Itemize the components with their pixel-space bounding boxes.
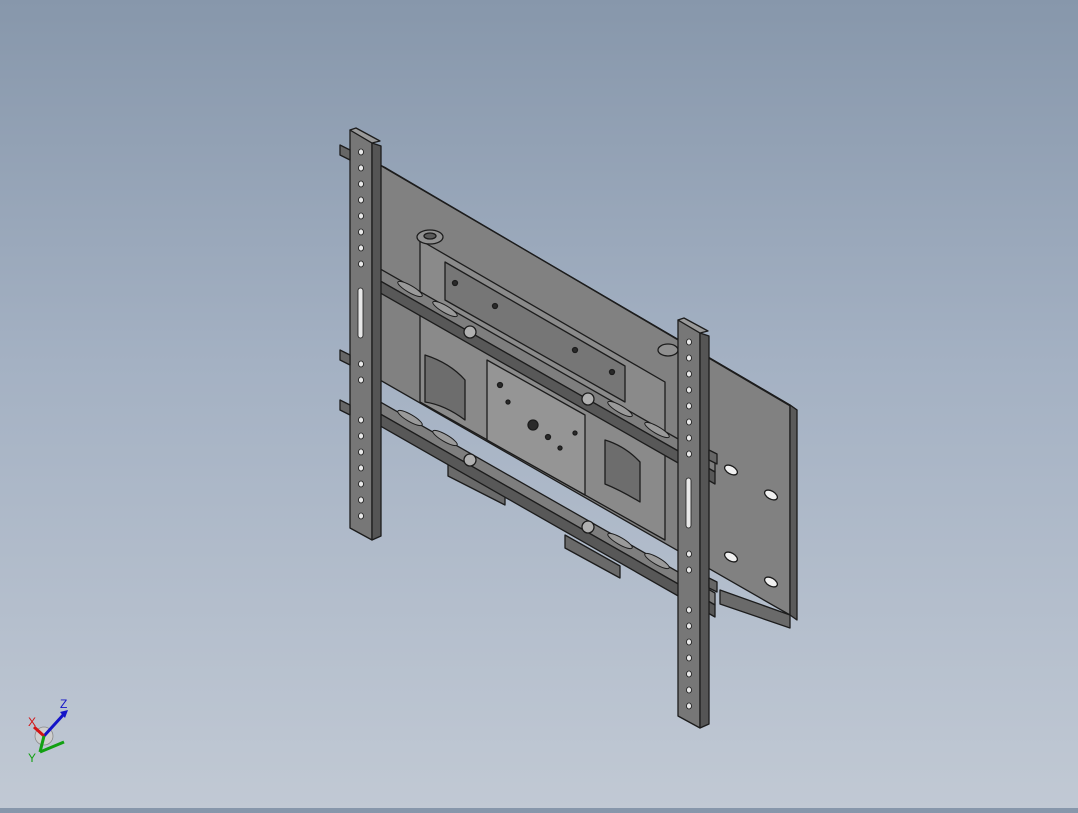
graphics-viewport[interactable]: Z X Y <box>0 0 1078 808</box>
orientation-triad[interactable]: Z X Y <box>22 692 78 764</box>
z-axis-line <box>42 712 66 738</box>
x-axis-label: X <box>28 715 36 729</box>
wall-mount-model[interactable] <box>339 127 798 729</box>
z-axis-label: Z <box>60 697 67 711</box>
vertical-arm-left <box>339 127 382 541</box>
y-axis-label: Y <box>28 751 36 764</box>
model-view[interactable] <box>0 0 1078 808</box>
